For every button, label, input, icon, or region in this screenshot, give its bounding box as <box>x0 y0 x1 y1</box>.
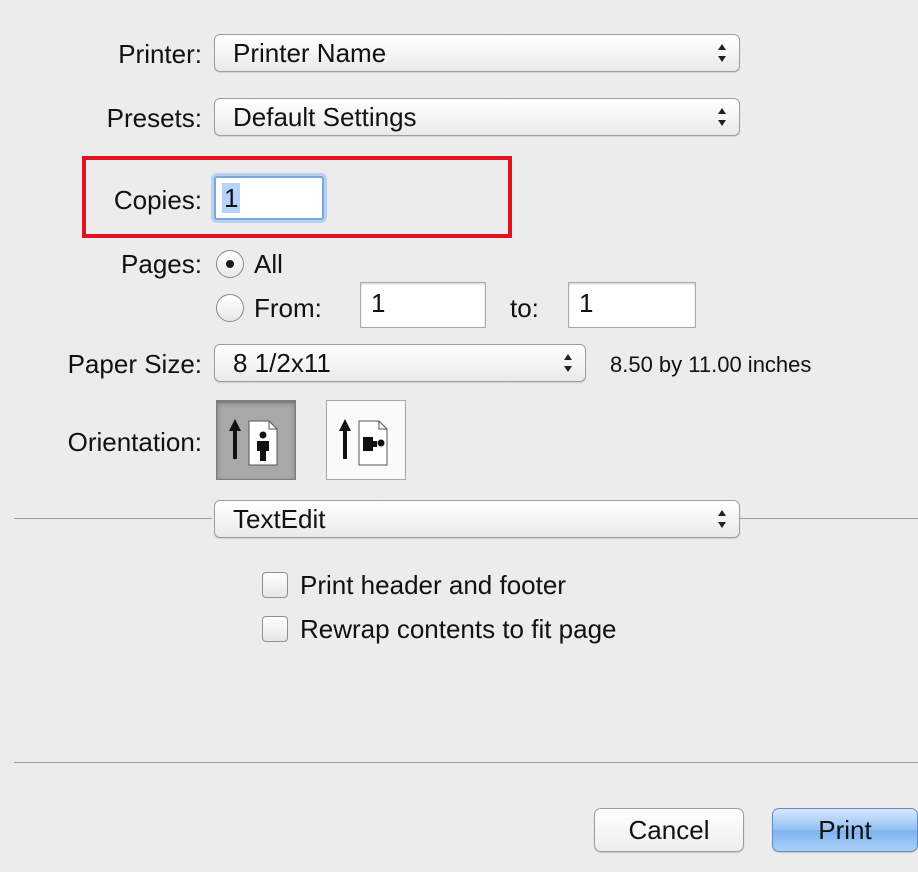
print-header-footer-checkbox[interactable] <box>262 572 288 598</box>
printer-label: Printer: <box>118 39 202 69</box>
printer-popup[interactable]: Printer Name <box>214 34 740 72</box>
copies-label: Copies: <box>113 185 202 215</box>
separator-right <box>740 518 918 519</box>
orientation-label: Orientation: <box>67 427 202 457</box>
separator-left <box>14 518 212 519</box>
orientation-portrait-button[interactable] <box>216 400 296 480</box>
pages-from-label: From: <box>254 293 322 323</box>
paper-size-popup[interactable]: 8 1/2x11 <box>214 344 586 382</box>
landscape-orientation-icon <box>339 419 388 466</box>
paper-size-label: Paper Size: <box>67 349 202 379</box>
up-down-arrows-icon <box>564 354 572 372</box>
up-down-arrows-icon <box>718 108 726 126</box>
paper-size-popup-value: 8 1/2x11 <box>233 348 331 378</box>
rewrap-contents-label: Rewrap contents to fit page <box>300 614 617 644</box>
copies-value: 1 <box>222 183 241 213</box>
orientation-landscape-button[interactable] <box>326 400 406 480</box>
pages-to-label: to: <box>510 293 539 323</box>
rewrap-contents-checkbox[interactable] <box>262 616 288 642</box>
section-popup[interactable]: TextEdit <box>214 500 740 538</box>
pages-from-radio[interactable] <box>216 294 244 322</box>
pages-to-field[interactable]: 1 <box>568 282 696 328</box>
presets-popup-value: Default Settings <box>233 102 417 132</box>
presets-label: Presets: <box>106 103 202 133</box>
paper-dimensions: 8.50 by 11.00 inches <box>610 352 812 377</box>
pages-all-radio[interactable] <box>216 250 244 278</box>
pages-all-label: All <box>254 249 283 279</box>
print-header-footer-label: Print header and footer <box>300 570 566 600</box>
up-down-arrows-icon <box>718 44 726 62</box>
print-button[interactable]: Print <box>772 808 918 852</box>
up-down-arrows-icon <box>718 510 726 528</box>
presets-popup[interactable]: Default Settings <box>214 98 740 136</box>
pages-label: Pages: <box>121 249 202 279</box>
printer-popup-value: Printer Name <box>233 38 387 68</box>
bottom-separator <box>14 762 918 763</box>
section-popup-value: TextEdit <box>233 504 326 534</box>
pages-from-field[interactable]: 1 <box>360 282 486 328</box>
portrait-orientation-icon <box>229 419 278 466</box>
cancel-button[interactable]: Cancel <box>594 808 744 852</box>
copies-field[interactable]: 1 <box>214 176 324 220</box>
